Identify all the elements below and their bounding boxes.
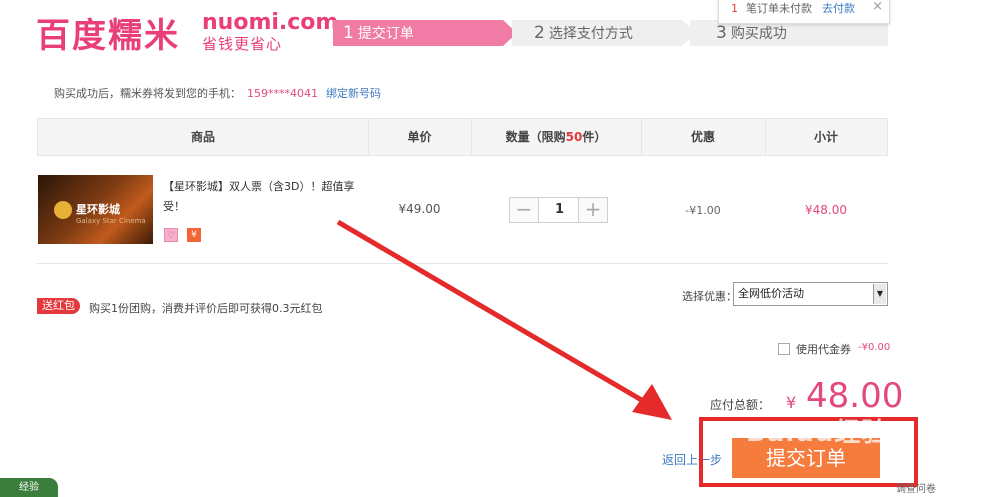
arrow-head — [632, 384, 672, 420]
baidu-jingyan-watermark: Baidu经验 — [746, 418, 889, 448]
survey-link[interactable]: 调查问卷 — [896, 480, 936, 495]
arrow-shaft — [336, 219, 652, 408]
corner-widget[interactable]: 经验 — [0, 478, 58, 497]
